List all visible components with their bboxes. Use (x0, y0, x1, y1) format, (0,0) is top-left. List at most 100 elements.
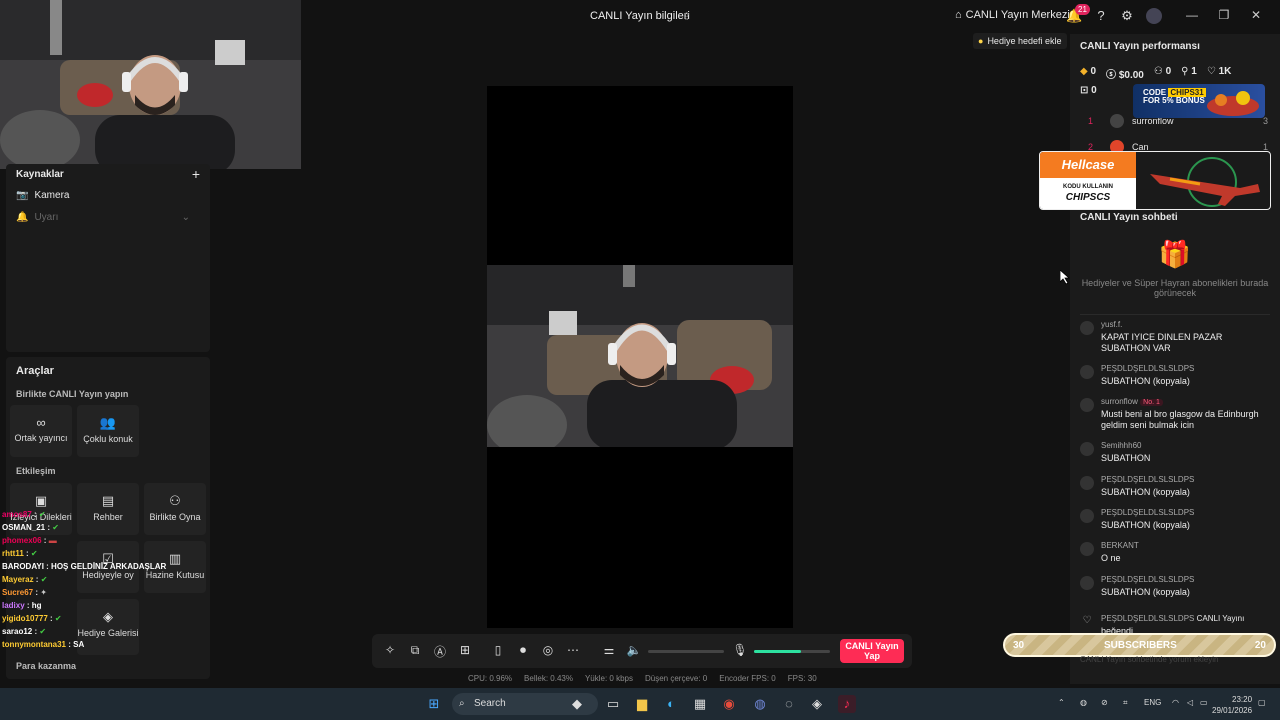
chips-ad-banner: CODE CHIPS31 FOR 5% BONUS (1133, 84, 1265, 118)
source-alert[interactable]: 🔔 Uyarı ⌄ (16, 212, 200, 223)
co-host-button[interactable]: ∞ Ortak yayıncı (10, 405, 72, 457)
language-indicator[interactable]: ENG (1144, 698, 1161, 707)
speaker-icon[interactable]: 🔈 (626, 643, 642, 657)
overlay-chat-line: BARODAYI : HOŞ GELDİNİZ ARKADAŞLAR (2, 562, 167, 571)
app-icon[interactable]: ◌ (780, 695, 798, 713)
record-icon[interactable]: ⏺ (515, 643, 531, 658)
rifle-graphic (1150, 157, 1260, 207)
focus-icon[interactable]: ◎ (540, 643, 556, 657)
empty-gifts-notice: 🎁 Hediyeler ve Süper Hayran abonelikleri… (1070, 239, 1280, 298)
wifi-icon[interactable]: ◠ (1172, 698, 1179, 707)
volume-icon[interactable]: ◁ (1187, 698, 1193, 707)
collab-heading: Birlikte CANLI Yayın yapın (16, 389, 129, 399)
upload-stat: Yükle: 0 kbps (584, 674, 633, 683)
settings-sliders-icon[interactable]: ⚌ (601, 643, 617, 657)
webcam-image (0, 0, 301, 169)
effects-icon[interactable]: ⧉ (407, 643, 423, 658)
wifi-off-icon[interactable]: ⊘ (1101, 698, 1108, 707)
network-icon[interactable]: ⌗ (1123, 698, 1128, 708)
live-chat-title: CANLI Yayın sohbeti (1080, 212, 1178, 223)
discord-icon[interactable]: ◍ (751, 695, 769, 713)
ai-icon[interactable]: Ⓐ (432, 643, 448, 660)
magic-wand-icon[interactable]: ✧ (382, 643, 398, 657)
tiktok-live-icon[interactable]: ♪ (838, 695, 856, 713)
chrome-icon[interactable]: ◉ (720, 695, 738, 713)
interaction-heading: Etkileşim (16, 466, 56, 476)
cpu-stat: CPU: 0.96% (468, 674, 513, 683)
overlay-chat-line: sarao12 : ✔ (2, 627, 47, 636)
right-panel: CANLI Yayın performansı ◆ 0 ⓢ $0.00 ⚇ 0 … (1070, 34, 1280, 684)
likes-stat: ♡ 1K (1206, 66, 1232, 77)
discord-tray-icon[interactable]: ◍ (1080, 698, 1087, 707)
heart-icon: ♡ (1082, 615, 1092, 626)
mic-level-slider[interactable] (754, 650, 830, 653)
add-source-icon[interactable]: + (192, 166, 200, 182)
task-view-icon[interactable]: ▭ (604, 695, 622, 713)
preview-camera-image (487, 265, 793, 447)
gift-box-icon: 🎁 (1158, 239, 1192, 269)
followers-stat: ⚲ 1 (1181, 66, 1197, 77)
time: 23:20 (1232, 695, 1253, 704)
stream-info-title[interactable]: CANLI Yayın bilgileri (590, 10, 690, 22)
add-gift-goal-button[interactable]: ● Hediye hedefi ekle (973, 33, 1067, 49)
ad-brand: Hellcase (1040, 152, 1136, 178)
live-center-button[interactable]: ⌂ CANLI Yayın Merkezi (955, 9, 1070, 21)
avatar (1080, 398, 1094, 412)
overlay-chat-line: rhtt11 : ✔ (2, 549, 38, 558)
subscribers-goal-bar: 30 SUBSCRIBERS 20 (1003, 633, 1276, 657)
divider (1080, 314, 1270, 315)
source-label: Kamera (34, 190, 70, 201)
chat-input-field[interactable]: CANLI Yayın sohbetinde yorum ekleyin (1080, 655, 1240, 664)
lightbulb-icon: ● (978, 36, 984, 46)
link-icon: ∞ (36, 415, 46, 430)
clock[interactable]: 23:20 29/01/2026 (1212, 694, 1252, 716)
overlay-chat-line: amos87 : ✔ (2, 510, 46, 519)
file-explorer-icon[interactable]: ▆ (633, 695, 651, 713)
performance-title: CANLI Yayın performansı (1080, 41, 1200, 52)
microphone-icon[interactable]: 🎙 (732, 643, 748, 657)
edge-icon[interactable]: ◐ (662, 695, 680, 713)
overlay-chat: amos87 : ✔ OSMAN_21 : ✔ phomex06 : ▬ rht… (2, 508, 202, 651)
requests-icon: ▣ (34, 493, 48, 508)
portrait-icon[interactable]: ▯ (490, 643, 506, 657)
dollar-icon: ⓢ (1106, 70, 1117, 81)
help-icon[interactable]: ? (1093, 8, 1109, 24)
subs-right-value: 20 (1254, 640, 1266, 651)
memory-stat: Bellek: 0.43% (524, 674, 573, 683)
overlay-chat-line: ladixy : hg (2, 601, 42, 610)
go-live-button[interactable]: CANLI Yayın Yap (840, 639, 904, 663)
maximize-icon[interactable]: ❐ (1216, 8, 1232, 22)
avatar (1080, 321, 1094, 335)
source-camera[interactable]: 📷 Kamera (16, 190, 69, 201)
avatar (1080, 509, 1094, 523)
avatar (1080, 442, 1094, 456)
battery-icon[interactable]: ▭ (1200, 698, 1208, 707)
viewers-stat: ⚇ 0 (1153, 66, 1172, 77)
gifts-stat: ⊡ 0 (1080, 85, 1097, 96)
sources-panel: Kaynaklar + 📷 Kamera 🔔 Uyarı ⌄ (6, 164, 210, 352)
multi-guest-button[interactable]: 👥 Çoklu konuk (77, 405, 139, 457)
chevron-down-icon[interactable]: ⌄ (182, 212, 190, 223)
fps-stat: FPS: 30 (787, 674, 817, 683)
steam-icon[interactable]: ◈ (808, 695, 826, 713)
gear-icon[interactable]: ⚙ (1119, 8, 1135, 24)
minimize-icon[interactable]: — (1184, 8, 1200, 22)
avatar (1080, 365, 1094, 379)
chevron-up-icon[interactable]: ⌃ (1058, 698, 1065, 707)
earn-heading: Para kazanma (16, 661, 77, 671)
bell-icon: 🔔 (16, 212, 29, 223)
windows-start-icon[interactable]: ⊞ (425, 695, 443, 713)
stream-preview[interactable] (487, 86, 793, 628)
store-icon[interactable]: ▦ (691, 695, 709, 713)
overlay-chat-line: phomex06 : ▬ (2, 536, 57, 545)
viewers-icon: ⚇ (1153, 66, 1163, 77)
notifications-icon[interactable]: ▢ (1258, 698, 1266, 707)
stream-stats: CPU: 0.96% Bellek: 0.43% Yükle: 0 kbps D… (468, 674, 817, 683)
more-icon[interactable]: ⋯ (565, 643, 581, 657)
share-icon[interactable]: ⇪ (682, 10, 691, 23)
volume-slider[interactable] (648, 650, 724, 653)
close-icon[interactable]: ✕ (1248, 8, 1264, 22)
add-scene-icon[interactable]: ⊞ (457, 643, 473, 657)
avatar[interactable] (1146, 8, 1162, 24)
copilot-icon[interactable]: ◆ (568, 695, 586, 713)
